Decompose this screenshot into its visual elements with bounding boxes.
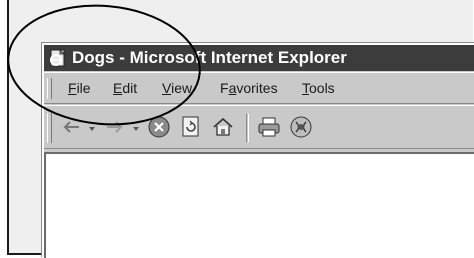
menu-file-label: ile xyxy=(76,80,91,96)
home-icon[interactable] xyxy=(210,114,236,140)
menu-favorites[interactable]: Favorites xyxy=(220,80,278,96)
menu-tools-label: ools xyxy=(309,80,335,96)
back-icon[interactable] xyxy=(58,114,84,140)
menu-tools-access-key: T xyxy=(302,80,309,96)
menu-view-access-key: V xyxy=(162,80,172,96)
menubar-grip[interactable] xyxy=(47,78,52,99)
window-title: Dogs - Microsoft Internet Explorer xyxy=(72,48,347,67)
page-content-area[interactable] xyxy=(44,152,474,258)
print-icon[interactable] xyxy=(256,114,282,140)
menu-view[interactable]: View xyxy=(162,80,192,96)
toolbar-separator xyxy=(246,114,249,142)
menu-file-access-key: F xyxy=(68,80,77,96)
menu-edit[interactable]: Edit xyxy=(113,80,137,96)
menu-file[interactable]: File xyxy=(68,80,91,96)
forward-icon[interactable] xyxy=(102,114,128,140)
forward-dropdown-icon[interactable] xyxy=(133,127,139,131)
refresh-icon[interactable] xyxy=(178,114,204,140)
stop-icon[interactable] xyxy=(146,114,172,140)
menu-bar: File Edit View Favorites Tools xyxy=(44,72,474,104)
menu-favorites-lead: F xyxy=(220,80,229,96)
menu-view-label: iew xyxy=(171,80,193,96)
menu-favorites-label: vorites xyxy=(236,80,278,96)
browser-window: Dogs - Microsoft Internet Explorer File … xyxy=(42,43,474,258)
media-icon[interactable] xyxy=(288,114,314,140)
menu-tools[interactable]: Tools xyxy=(302,80,335,96)
title-bar[interactable]: Dogs - Microsoft Internet Explorer xyxy=(44,45,474,71)
menu-edit-access-key: E xyxy=(113,80,123,96)
toolbar-grip[interactable] xyxy=(47,113,52,143)
standard-toolbar xyxy=(44,105,474,149)
internet-explorer-page-icon[interactable] xyxy=(48,48,68,68)
back-dropdown-icon[interactable] xyxy=(89,127,95,131)
menu-edit-label: dit xyxy=(122,80,138,96)
